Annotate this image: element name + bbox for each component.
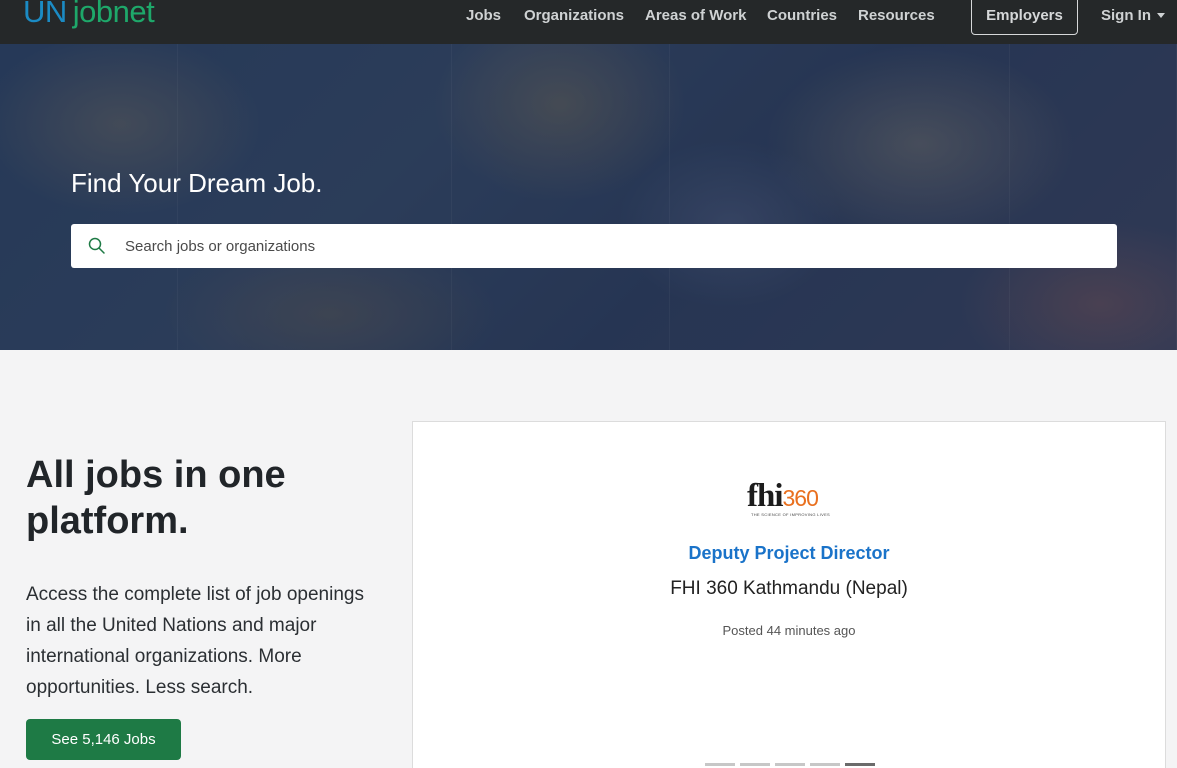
- nav-countries[interactable]: Countries: [767, 7, 837, 24]
- hero-banner: Find Your Dream Job.: [0, 44, 1177, 350]
- logo-un-text: UN: [23, 0, 67, 29]
- unjobnet-logo[interactable]: UN jobnet: [23, 0, 155, 30]
- job-posted-time: Posted 44 minutes ago: [722, 623, 856, 638]
- hero-title: Find Your Dream Job.: [71, 168, 323, 198]
- logo-tagline: THE SCIENCE OF IMPROVING LIVES: [751, 512, 831, 517]
- search-input[interactable]: [125, 224, 1105, 268]
- intro-text: Access the complete list of job openings…: [26, 584, 364, 698]
- carousel-indicator[interactable]: [775, 763, 805, 766]
- intro-headline: All jobs in one platform.: [26, 454, 286, 542]
- see-jobs-button[interactable]: See 5,146 Jobs: [26, 719, 181, 760]
- nav-resources[interactable]: Resources: [858, 7, 935, 24]
- job-organization: FHI 360 Kathmandu (Nepal): [670, 578, 908, 599]
- nav-organizations[interactable]: Organizations: [524, 7, 624, 24]
- carousel-indicator[interactable]: [740, 763, 770, 766]
- logo-jobnet-text: jobnet: [72, 0, 155, 29]
- featured-job-card[interactable]: fhi360 THE SCIENCE OF IMPROVING LIVES De…: [412, 421, 1166, 768]
- caret-down-icon[interactable]: [1157, 13, 1165, 18]
- nav-areas-of-work[interactable]: Areas of Work: [645, 7, 746, 24]
- search-bar[interactable]: [71, 224, 1117, 268]
- carousel-indicator[interactable]: [845, 763, 875, 766]
- logo-wordmark: fhi360: [747, 478, 819, 514]
- carousel-indicator[interactable]: [705, 763, 735, 766]
- fhi360-logo[interactable]: fhi360 THE SCIENCE OF IMPROVING LIVES: [747, 478, 837, 518]
- sign-in-dropdown[interactable]: Sign In: [1101, 7, 1151, 24]
- employers-button[interactable]: Employers: [971, 0, 1078, 35]
- nav-jobs[interactable]: Jobs: [466, 7, 501, 24]
- top-navbar: UN jobnet Jobs Organizations Areas of Wor…: [0, 0, 1177, 44]
- carousel-indicator[interactable]: [810, 763, 840, 766]
- job-title-link[interactable]: Deputy Project Director: [413, 543, 1165, 564]
- carousel-indicators: [705, 763, 875, 767]
- search-icon: [88, 237, 105, 254]
